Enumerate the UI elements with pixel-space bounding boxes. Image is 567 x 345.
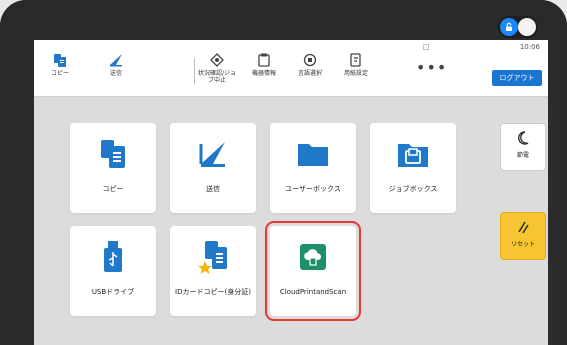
job-box-icon bbox=[398, 144, 428, 167]
sleep-button[interactable]: 節電 bbox=[500, 123, 546, 171]
send-icon bbox=[110, 54, 122, 67]
toolbar-label: 送信 bbox=[109, 70, 122, 77]
cloud-print-scan-icon bbox=[300, 244, 326, 270]
tile-send[interactable]: 送信 bbox=[170, 123, 256, 213]
tile-label: 送信 bbox=[206, 185, 220, 193]
moon-icon bbox=[518, 131, 529, 145]
folder-icon bbox=[298, 144, 328, 166]
id-card-copy-icon bbox=[198, 241, 227, 274]
lock-icon bbox=[500, 18, 518, 36]
home-screen: □ 10:06 コピー 送信 状況確認/ジョブ中止 機器情報 言語選択 用紙設定… bbox=[34, 40, 548, 345]
toolbar-status-button[interactable]: 状況確認/ジョブ中止 bbox=[195, 52, 239, 86]
toolbar-device-info-button[interactable]: 機器情報 bbox=[242, 52, 286, 86]
tile-copy[interactable]: コピー bbox=[70, 123, 156, 213]
device-frame: □ 10:06 コピー 送信 状況確認/ジョブ中止 機器情報 言語選択 用紙設定… bbox=[0, 0, 567, 345]
reset-button[interactable]: リセット bbox=[500, 212, 546, 260]
copy-icon bbox=[54, 54, 66, 67]
toolbar-language-button[interactable]: 言語選択 bbox=[288, 52, 332, 86]
language-icon bbox=[303, 53, 317, 67]
tile-label: IDカードコピー(身分証) bbox=[175, 288, 251, 296]
reset-label: リセット bbox=[510, 241, 535, 248]
tile-label: ユーザーボックス bbox=[285, 185, 341, 193]
toolbar-copy-button[interactable]: コピー bbox=[38, 52, 82, 86]
tile-job-box[interactable]: ジョブボックス bbox=[370, 123, 456, 213]
tile-label: CloudPrintandScan bbox=[279, 288, 347, 296]
toolbar-paper-settings-button[interactable]: 用紙設定 bbox=[334, 52, 378, 86]
logout-button[interactable]: ログアウト bbox=[492, 70, 542, 86]
status-job-cancel-icon bbox=[210, 53, 224, 67]
more-menu-button[interactable]: ••• bbox=[416, 58, 447, 77]
lock-toggle[interactable] bbox=[498, 16, 538, 38]
send-icon bbox=[199, 142, 225, 167]
tile-label: ジョブボックス bbox=[388, 185, 438, 193]
sleep-label: 節電 bbox=[516, 152, 529, 159]
tile-id-card-copy[interactable]: IDカードコピー(身分証) bbox=[170, 226, 256, 316]
toolbar-label: コピー bbox=[50, 70, 69, 77]
tile-user-box[interactable]: ユーザーボックス bbox=[270, 123, 356, 213]
toolbar-label: 機器情報 bbox=[251, 70, 276, 77]
copy-icon bbox=[101, 140, 125, 168]
paper-settings-icon bbox=[350, 53, 361, 67]
tile-usb-drive[interactable]: USBドライブ bbox=[70, 226, 156, 316]
device-info-icon bbox=[258, 53, 270, 67]
reset-icon bbox=[518, 221, 529, 234]
tile-cloud-print-scan[interactable]: CloudPrintandScan bbox=[265, 221, 361, 321]
top-toolbar: □ 10:06 コピー 送信 状況確認/ジョブ中止 機器情報 言語選択 用紙設定… bbox=[34, 40, 548, 97]
toolbar-label: 用紙設定 bbox=[343, 70, 368, 77]
usb-icon bbox=[104, 241, 122, 272]
clock: 10:06 bbox=[519, 43, 540, 51]
toolbar-send-button[interactable]: 送信 bbox=[94, 52, 138, 86]
device-bezel bbox=[0, 0, 567, 40]
tile-label: USBドライブ bbox=[91, 288, 135, 296]
toggle-knob bbox=[518, 18, 536, 36]
network-status-icon: □ bbox=[423, 43, 430, 51]
tile-label: コピー bbox=[102, 185, 124, 193]
toolbar-label: 状況確認/ジョブ中止 bbox=[197, 70, 237, 84]
toolbar-label: 言語選択 bbox=[297, 70, 322, 77]
